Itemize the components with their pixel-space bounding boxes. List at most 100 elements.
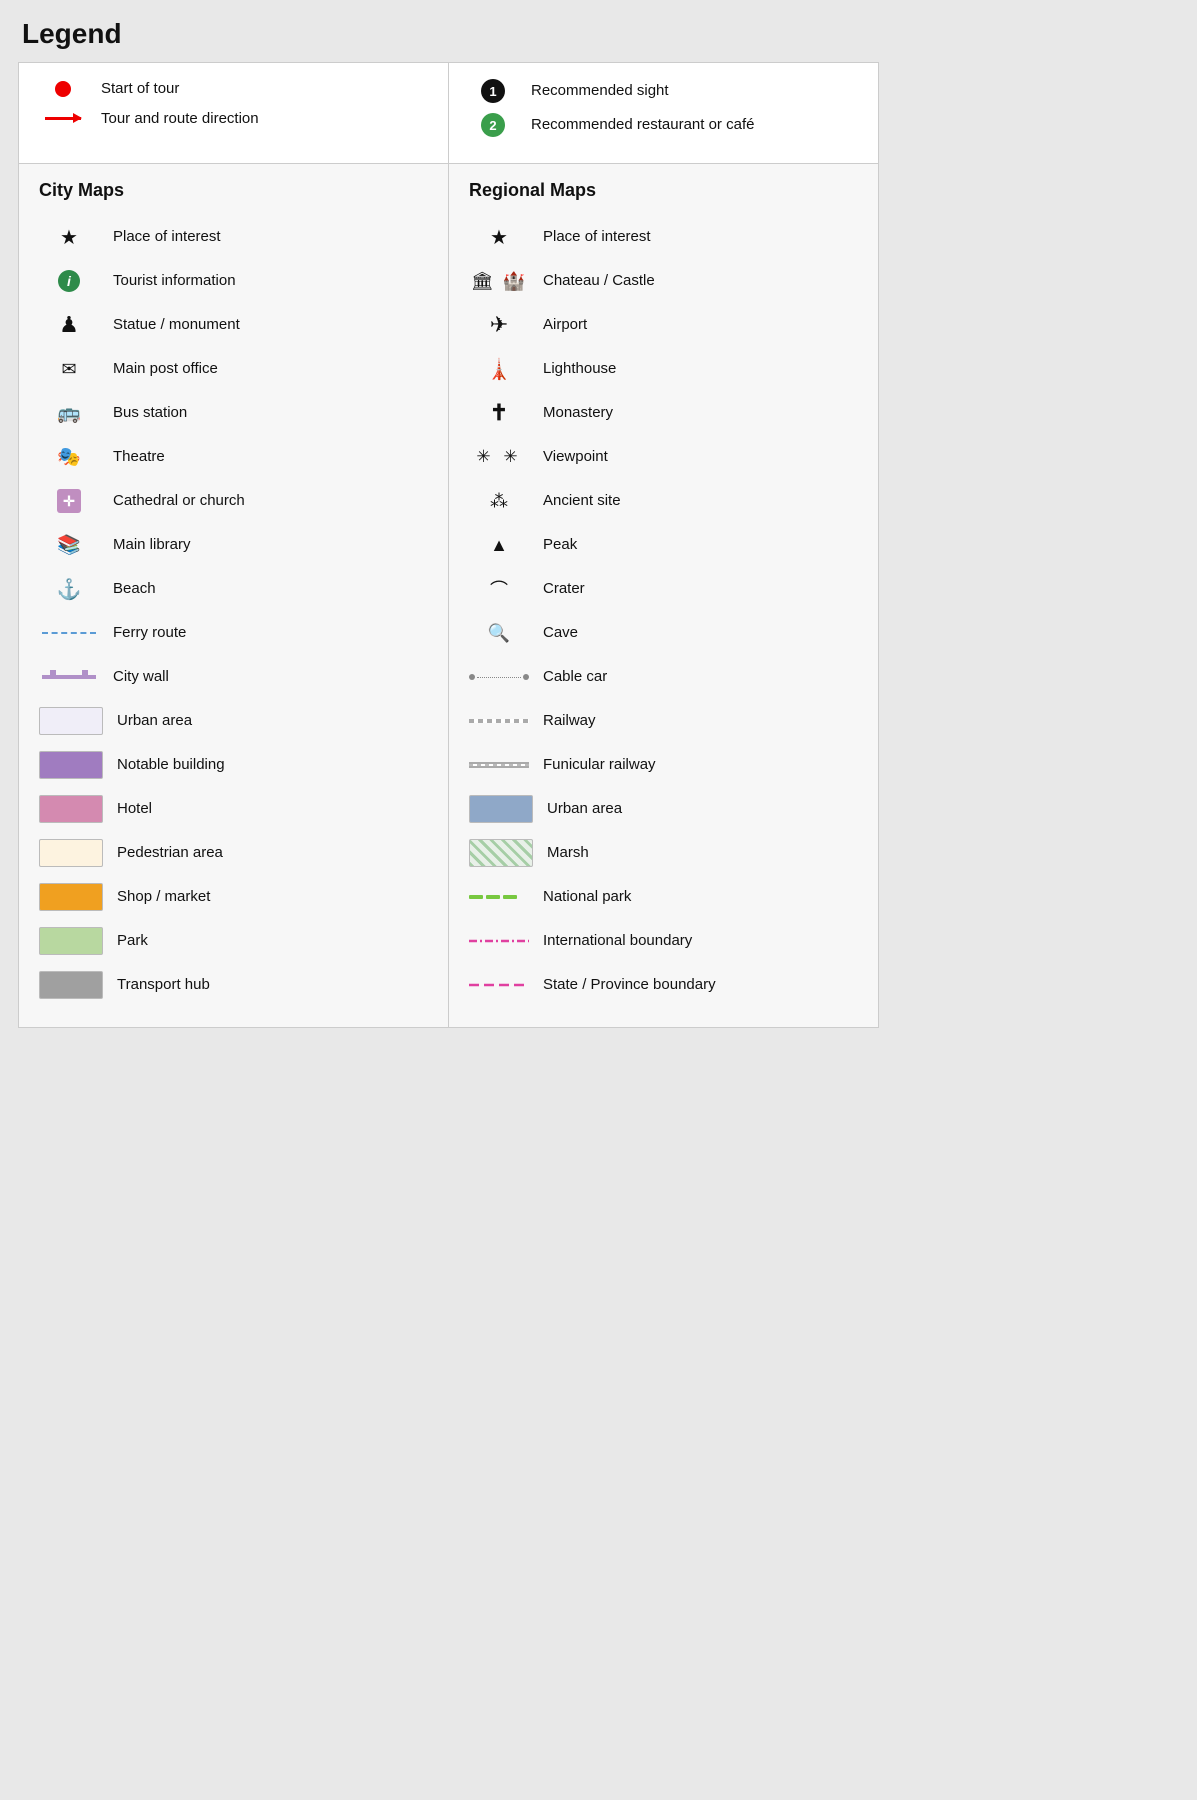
list-item: 🚌 Bus station xyxy=(39,391,428,435)
pedestrian-area-icon xyxy=(39,839,103,867)
cave-label: Cave xyxy=(543,623,578,643)
city-maps-section: City Maps ★ Place of interest i Tourist … xyxy=(19,164,449,1027)
park-label: Park xyxy=(117,931,148,951)
list-item: ✛ Cathedral or church xyxy=(39,479,428,523)
header-right: 1 Recommended sight 2 Recommended restau… xyxy=(449,63,878,163)
shop-market-icon xyxy=(39,883,103,911)
list-item: Ferry route xyxy=(39,611,428,655)
recommended-restaurant-label: Recommended restaurant or café xyxy=(531,115,754,135)
cable-car-icon xyxy=(469,674,529,680)
number-2-icon: 2 xyxy=(469,113,517,137)
notable-building-label: Notable building xyxy=(117,755,225,775)
statue-icon: ♟ xyxy=(39,312,99,338)
crater-label: Crater xyxy=(543,579,585,599)
page-title: Legend xyxy=(18,18,879,50)
tourist-info-icon: i xyxy=(39,270,99,292)
list-item: Pedestrian area xyxy=(39,831,428,875)
ancient-site-icon: ⁂ xyxy=(469,491,529,512)
list-item: International boundary xyxy=(469,919,858,963)
bus-icon: 🚌 xyxy=(39,401,99,425)
envelope-icon: ✉ xyxy=(39,359,99,380)
library-label: Main library xyxy=(113,535,191,555)
peak-label: Peak xyxy=(543,535,577,555)
number-1-icon: 1 xyxy=(469,79,517,103)
list-item: Cable car xyxy=(469,655,858,699)
list-item: ✝ Monastery xyxy=(469,391,858,435)
monastery-label: Monastery xyxy=(543,403,613,423)
list-item: Funicular railway xyxy=(469,743,858,787)
list-item: ✉ Main post office xyxy=(39,347,428,391)
recommended-sight-row: 1 Recommended sight xyxy=(469,79,858,103)
recommended-restaurant-row: 2 Recommended restaurant or café xyxy=(469,113,858,137)
regional-place-of-interest-label: Place of interest xyxy=(543,227,651,247)
regional-urban-label: Urban area xyxy=(547,799,622,819)
list-item: City wall xyxy=(39,655,428,699)
park-icon xyxy=(39,927,103,955)
theatre-icon: 🎭 xyxy=(39,445,99,469)
recommended-sight-label: Recommended sight xyxy=(531,81,669,101)
start-of-tour-label: Start of tour xyxy=(101,79,179,99)
list-item: ♟ Statue / monument xyxy=(39,303,428,347)
airport-label: Airport xyxy=(543,315,587,335)
church-icon: ✛ xyxy=(39,489,99,513)
regional-maps-title: Regional Maps xyxy=(469,180,858,201)
lighthouse-icon: 🗼 xyxy=(469,357,529,382)
tour-direction-label: Tour and route direction xyxy=(101,109,259,129)
list-item: Transport hub xyxy=(39,963,428,1007)
list-item: Marsh xyxy=(469,831,858,875)
list-item: Park xyxy=(39,919,428,963)
list-item: ▲ Peak xyxy=(469,523,858,567)
transport-hub-label: Transport hub xyxy=(117,975,210,995)
national-park-label: National park xyxy=(543,887,631,907)
theatre-label: Theatre xyxy=(113,447,165,467)
list-item: Notable building xyxy=(39,743,428,787)
international-boundary-label: International boundary xyxy=(543,931,692,951)
red-arrow-icon xyxy=(39,117,87,120)
list-item: Urban area xyxy=(39,699,428,743)
viewpoint-icon: ✳ ✳ xyxy=(469,447,529,467)
crater-icon: ⌒ xyxy=(469,576,529,602)
lighthouse-label: Lighthouse xyxy=(543,359,616,379)
list-item: ★ Place of interest xyxy=(39,215,428,259)
airport-icon: ✈ xyxy=(469,312,529,338)
list-item: ⚓ Beach xyxy=(39,567,428,611)
tour-direction-row: Tour and route direction xyxy=(39,109,428,129)
viewpoint-label: Viewpoint xyxy=(543,447,608,467)
city-wall-icon xyxy=(39,675,99,679)
list-item: Hotel xyxy=(39,787,428,831)
castle-icon: 🏛 🏰 xyxy=(469,271,529,292)
funicular-icon xyxy=(469,758,529,772)
hotel-icon xyxy=(39,795,103,823)
monastery-cross-icon: ✝ xyxy=(469,400,529,426)
ferry-route-label: Ferry route xyxy=(113,623,186,643)
list-item: 🎭 Theatre xyxy=(39,435,428,479)
shop-market-label: Shop / market xyxy=(117,887,210,907)
list-item: Urban area xyxy=(469,787,858,831)
state-boundary-icon xyxy=(469,980,529,990)
list-item: ★ Place of interest xyxy=(469,215,858,259)
national-park-icon xyxy=(469,895,529,899)
list-item: Shop / market xyxy=(39,875,428,919)
railway-label: Railway xyxy=(543,711,596,731)
cable-car-label: Cable car xyxy=(543,667,607,687)
place-of-interest-label: Place of interest xyxy=(113,227,221,247)
ferry-route-icon xyxy=(39,632,99,634)
list-item: 🔍 Cave xyxy=(469,611,858,655)
start-of-tour-row: Start of tour xyxy=(39,79,428,99)
ancient-site-label: Ancient site xyxy=(543,491,621,511)
red-dot-icon xyxy=(39,81,87,97)
peak-icon: ▲ xyxy=(469,535,529,556)
church-label: Cathedral or church xyxy=(113,491,245,511)
bus-station-label: Bus station xyxy=(113,403,187,423)
urban-area-label: Urban area xyxy=(117,711,192,731)
list-item: i Tourist information xyxy=(39,259,428,303)
header-section: Start of tour Tour and route direction 1… xyxy=(18,62,879,164)
header-left: Start of tour Tour and route direction xyxy=(19,63,449,163)
list-item: National park xyxy=(469,875,858,919)
beach-icon: ⚓ xyxy=(39,577,99,602)
statue-label: Statue / monument xyxy=(113,315,240,335)
list-item: 🗼 Lighthouse xyxy=(469,347,858,391)
notable-building-icon xyxy=(39,751,103,779)
regional-star-icon: ★ xyxy=(469,225,529,250)
list-item: Railway xyxy=(469,699,858,743)
